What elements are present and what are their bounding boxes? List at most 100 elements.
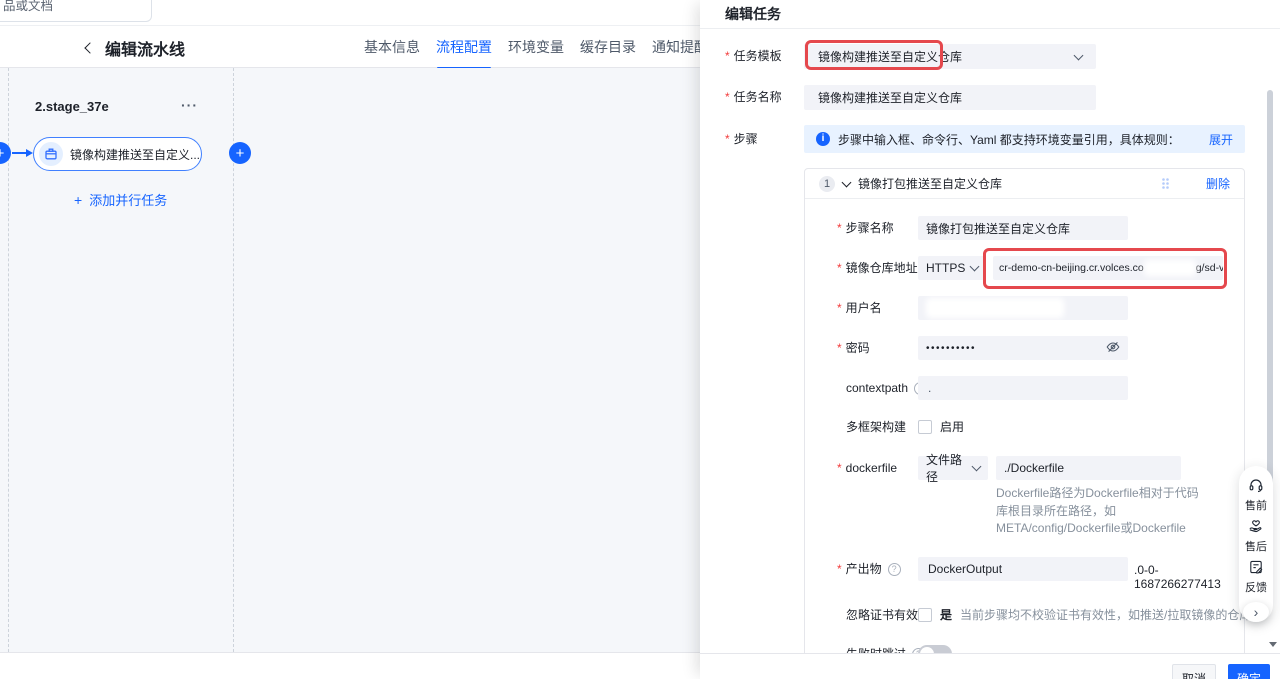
back-button[interactable]: 编辑流水线 (84, 26, 186, 69)
ignore-cert-checkbox-label: 是 (940, 608, 953, 622)
required-mark: * (837, 461, 842, 475)
required-mark: * (725, 132, 730, 146)
expand-link[interactable]: 展开 (1209, 131, 1233, 148)
output-input[interactable] (918, 557, 1128, 581)
eye-off-icon[interactable] (1106, 340, 1120, 357)
password-input[interactable]: •••••••••• (918, 336, 1128, 360)
skip-on-fail-toggle[interactable] (918, 645, 952, 653)
help-question-icon[interactable]: ? (887, 563, 901, 576)
drag-handle-icon[interactable] (1161, 177, 1170, 190)
step-card-title: 镜像打包推送至自定义仓库 (858, 177, 1003, 191)
registry-url-input[interactable]: cr-demo-cn-beijing.cr.volces.co g/sd-v (993, 256, 1223, 280)
banner-text: 步骤中输入框、命令行、Yaml 都支持环境变量引用，具体规则： (838, 132, 1180, 147)
connector-arrow-icon (26, 149, 33, 157)
step-name-input[interactable] (918, 216, 1128, 240)
skip-on-fail-label: 失败时跳过 ? (846, 642, 926, 653)
presales-button[interactable]: 售前 (1245, 477, 1267, 513)
collapse-widget-button[interactable]: › (1243, 602, 1269, 622)
dockerfile-path-input[interactable] (996, 456, 1181, 480)
task-name-label: * 任务名称 (725, 85, 782, 110)
task-node-label: 镜像构建推送至自定义... (70, 147, 201, 162)
steps-label: * 步骤 (725, 127, 758, 152)
aftersales-label: 售后 (1245, 541, 1267, 553)
username-input[interactable] (918, 296, 1128, 320)
cancel-button[interactable]: 取消 (1172, 664, 1216, 679)
add-stage-right-button[interactable]: + (229, 142, 251, 164)
task-icon (39, 142, 63, 166)
pipeline-canvas[interactable]: 2.stage_37e ··· + 镜像构建推送至自定义... + (0, 68, 700, 652)
search-input[interactable]: 品或文档 (0, 0, 152, 22)
chevron-down-icon (969, 261, 980, 272)
tab-process-config[interactable]: 流程配置 (436, 26, 492, 69)
step-index-badge: 1 (819, 175, 835, 192)
task-name-input[interactable] (804, 85, 1096, 110)
required-mark: * (837, 261, 842, 275)
add-parallel-task-button[interactable]: + 添加并行任务 (74, 190, 167, 209)
password-label: * 密码 (837, 336, 870, 361)
required-mark: * (837, 341, 842, 355)
plus-icon: + (0, 146, 4, 161)
multiarch-checkbox[interactable] (918, 420, 932, 434)
dockerfile-mode-value: 文件路径 (926, 453, 963, 484)
page-header: 编辑流水线 基本信息 流程配置 环境变量 缓存目录 通知提醒 (0, 25, 708, 69)
username-label: * 用户名 (837, 296, 882, 321)
multiarch-label: 多框架构建 (846, 420, 907, 434)
chevron-down-icon (1073, 50, 1084, 60)
add-parallel-label: 添加并行任务 (89, 193, 168, 208)
registry-protocol-select[interactable]: HTTPS (918, 256, 986, 280)
contextpath-label: contextpath ? (846, 376, 928, 401)
presales-label: 售前 (1245, 500, 1267, 512)
required-mark: * (837, 221, 842, 235)
stage-title: 2.stage_37e (35, 99, 109, 114)
registry-protocol-value: HTTPS (926, 261, 966, 275)
tab-env-vars[interactable]: 环境变量 (508, 26, 564, 69)
task-template-select[interactable]: 镜像构建推送至自定义仓库 (804, 44, 1096, 69)
required-mark: * (837, 301, 842, 315)
censored-region (1143, 260, 1196, 276)
tab-basic-info[interactable]: 基本信息 (364, 26, 420, 69)
collapse-chevron-icon[interactable] (841, 177, 852, 187)
page-bottom-strip (0, 652, 700, 679)
registry-url-suffix: g/sd-v (1195, 262, 1223, 274)
censored-region (926, 298, 1064, 318)
ignore-cert-desc: 当前步骤均不校验证书有效性，如推送/拉取镜像的仓库 (960, 608, 1252, 622)
chevron-down-icon (971, 461, 982, 472)
dockerfile-mode-select[interactable]: 文件路径 (918, 453, 988, 484)
password-dots: •••••••••• (926, 342, 977, 354)
chevron-right-icon: › (1253, 604, 1259, 620)
dockerfile-help-text: Dockerfile路径为Dockerfile相对于代码库根目录所在路径，如ME… (996, 486, 1199, 535)
contextpath-input[interactable] (918, 376, 1128, 400)
task-node[interactable]: 镜像构建推送至自定义... (33, 137, 202, 171)
back-icon (84, 41, 96, 54)
required-mark: * (725, 49, 730, 63)
feedback-label: 反馈 (1245, 582, 1267, 594)
support-widget: 售前 售后 反馈 › (1239, 466, 1273, 622)
output-suffix: .0-0-1687266277413 (1134, 563, 1221, 591)
add-stage-left-button[interactable]: + (0, 142, 11, 164)
step-name-label: * 步骤名称 (837, 216, 894, 241)
screen: 品或文档 编辑流水线 基本信息 流程配置 环境变量 缓存目录 通知提醒 2.st… (0, 0, 1280, 679)
feedback-doc-icon (1248, 559, 1264, 578)
env-var-hint-banner: i 步骤中输入框、命令行、Yaml 都支持环境变量引用，具体规则： 展开 (804, 125, 1245, 153)
registry-url-prefix: cr-demo-cn-beijing.cr.volces.co (999, 262, 1144, 274)
drawer-body: * 任务模板 镜像构建推送至自定义仓库 * 任务名称 * 步骤 i 步骤中输入框… (700, 29, 1280, 653)
drawer-title: 编辑任务 (725, 6, 781, 22)
aftersales-button[interactable]: 售后 (1245, 518, 1267, 554)
output-label: * 产出物 ? (837, 557, 901, 582)
task-template-label: * 任务模板 (725, 44, 782, 69)
stage-more-button[interactable]: ··· (181, 97, 198, 113)
ignore-cert-checkbox[interactable] (918, 608, 932, 622)
feedback-button[interactable]: 反馈 (1245, 559, 1267, 595)
edit-task-drawer: 编辑任务 * 任务模板 镜像构建推送至自定义仓库 * 任务名称 * 步骤 (700, 0, 1280, 679)
tab-cache-dir[interactable]: 缓存目录 (580, 26, 636, 69)
plus-icon: + (74, 191, 83, 208)
multiarch-checkbox-label: 启用 (940, 420, 965, 434)
required-mark: * (725, 90, 730, 104)
page-title: 编辑流水线 (105, 41, 186, 59)
confirm-button[interactable]: 确定 (1228, 664, 1270, 679)
scrollbar-down-arrow[interactable] (1269, 642, 1277, 647)
top-strip: 品或文档 (0, 0, 700, 25)
info-icon: i (816, 132, 830, 146)
dockerfile-label: * dockerfile (837, 456, 897, 481)
delete-step-button[interactable]: 删除 (1206, 175, 1230, 192)
